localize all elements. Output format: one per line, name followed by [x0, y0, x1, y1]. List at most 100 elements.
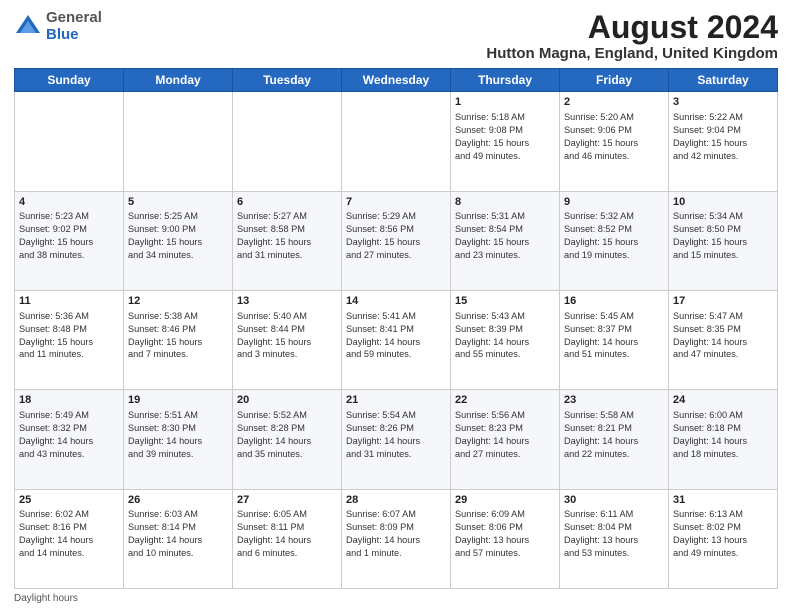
day-info: Sunrise: 5:43 AM Sunset: 8:39 PM Dayligh… — [455, 310, 555, 362]
calendar-cell: 23Sunrise: 5:58 AM Sunset: 8:21 PM Dayli… — [560, 390, 669, 489]
day-number: 10 — [673, 195, 773, 210]
calendar-cell: 2Sunrise: 5:20 AM Sunset: 9:06 PM Daylig… — [560, 92, 669, 191]
day-info: Sunrise: 5:56 AM Sunset: 8:23 PM Dayligh… — [455, 409, 555, 461]
day-info: Sunrise: 5:38 AM Sunset: 8:46 PM Dayligh… — [128, 310, 228, 362]
day-info: Sunrise: 5:36 AM Sunset: 8:48 PM Dayligh… — [19, 310, 119, 362]
day-number: 6 — [237, 195, 337, 210]
weekday-header-thursday: Thursday — [451, 69, 560, 92]
day-number: 7 — [346, 195, 446, 210]
day-info: Sunrise: 6:09 AM Sunset: 8:06 PM Dayligh… — [455, 508, 555, 560]
calendar-cell: 14Sunrise: 5:41 AM Sunset: 8:41 PM Dayli… — [342, 290, 451, 389]
day-number: 2 — [564, 95, 664, 110]
week-row-3: 11Sunrise: 5:36 AM Sunset: 8:48 PM Dayli… — [15, 290, 778, 389]
day-info: Sunrise: 5:40 AM Sunset: 8:44 PM Dayligh… — [237, 310, 337, 362]
month-title: August 2024 — [486, 10, 778, 45]
day-info: Sunrise: 5:27 AM Sunset: 8:58 PM Dayligh… — [237, 210, 337, 262]
day-info: Sunrise: 5:31 AM Sunset: 8:54 PM Dayligh… — [455, 210, 555, 262]
week-row-1: 1Sunrise: 5:18 AM Sunset: 9:08 PM Daylig… — [15, 92, 778, 191]
weekday-header-wednesday: Wednesday — [342, 69, 451, 92]
page: General Blue August 2024 Hutton Magna, E… — [0, 0, 792, 612]
day-number: 19 — [128, 393, 228, 408]
calendar-cell: 20Sunrise: 5:52 AM Sunset: 8:28 PM Dayli… — [233, 390, 342, 489]
weekday-header-saturday: Saturday — [669, 69, 778, 92]
day-info: Sunrise: 6:03 AM Sunset: 8:14 PM Dayligh… — [128, 508, 228, 560]
calendar-cell: 5Sunrise: 5:25 AM Sunset: 9:00 PM Daylig… — [124, 191, 233, 290]
day-info: Sunrise: 6:13 AM Sunset: 8:02 PM Dayligh… — [673, 508, 773, 560]
calendar-cell: 17Sunrise: 5:47 AM Sunset: 8:35 PM Dayli… — [669, 290, 778, 389]
calendar-cell: 25Sunrise: 6:02 AM Sunset: 8:16 PM Dayli… — [15, 489, 124, 588]
calendar-cell: 31Sunrise: 6:13 AM Sunset: 8:02 PM Dayli… — [669, 489, 778, 588]
calendar-cell: 10Sunrise: 5:34 AM Sunset: 8:50 PM Dayli… — [669, 191, 778, 290]
calendar-cell — [233, 92, 342, 191]
calendar-cell: 30Sunrise: 6:11 AM Sunset: 8:04 PM Dayli… — [560, 489, 669, 588]
day-number: 29 — [455, 493, 555, 508]
title-block: August 2024 Hutton Magna, England, Unite… — [486, 10, 778, 62]
week-row-2: 4Sunrise: 5:23 AM Sunset: 9:02 PM Daylig… — [15, 191, 778, 290]
day-number: 21 — [346, 393, 446, 408]
calendar-cell: 22Sunrise: 5:56 AM Sunset: 8:23 PM Dayli… — [451, 390, 560, 489]
day-number: 15 — [455, 294, 555, 309]
day-number: 12 — [128, 294, 228, 309]
logo-text: General Blue — [46, 10, 102, 43]
day-number: 16 — [564, 294, 664, 309]
calendar-cell: 21Sunrise: 5:54 AM Sunset: 8:26 PM Dayli… — [342, 390, 451, 489]
day-info: Sunrise: 6:00 AM Sunset: 8:18 PM Dayligh… — [673, 409, 773, 461]
calendar-cell: 19Sunrise: 5:51 AM Sunset: 8:30 PM Dayli… — [124, 390, 233, 489]
calendar-cell: 9Sunrise: 5:32 AM Sunset: 8:52 PM Daylig… — [560, 191, 669, 290]
day-number: 28 — [346, 493, 446, 508]
day-info: Sunrise: 5:49 AM Sunset: 8:32 PM Dayligh… — [19, 409, 119, 461]
day-number: 30 — [564, 493, 664, 508]
calendar-cell — [15, 92, 124, 191]
day-info: Sunrise: 5:20 AM Sunset: 9:06 PM Dayligh… — [564, 111, 664, 163]
day-number: 25 — [19, 493, 119, 508]
day-number: 1 — [455, 95, 555, 110]
day-number: 17 — [673, 294, 773, 309]
day-number: 20 — [237, 393, 337, 408]
calendar-cell: 27Sunrise: 6:05 AM Sunset: 8:11 PM Dayli… — [233, 489, 342, 588]
day-info: Sunrise: 5:41 AM Sunset: 8:41 PM Dayligh… — [346, 310, 446, 362]
day-number: 8 — [455, 195, 555, 210]
weekday-header-sunday: Sunday — [15, 69, 124, 92]
day-info: Sunrise: 6:05 AM Sunset: 8:11 PM Dayligh… — [237, 508, 337, 560]
header: General Blue August 2024 Hutton Magna, E… — [14, 10, 778, 62]
day-number: 26 — [128, 493, 228, 508]
calendar-cell: 16Sunrise: 5:45 AM Sunset: 8:37 PM Dayli… — [560, 290, 669, 389]
calendar-cell: 29Sunrise: 6:09 AM Sunset: 8:06 PM Dayli… — [451, 489, 560, 588]
day-info: Sunrise: 5:25 AM Sunset: 9:00 PM Dayligh… — [128, 210, 228, 262]
calendar-cell: 15Sunrise: 5:43 AM Sunset: 8:39 PM Dayli… — [451, 290, 560, 389]
logo-general: General — [46, 9, 102, 26]
calendar-cell: 13Sunrise: 5:40 AM Sunset: 8:44 PM Dayli… — [233, 290, 342, 389]
weekday-header-row: SundayMondayTuesdayWednesdayThursdayFrid… — [15, 69, 778, 92]
day-number: 22 — [455, 393, 555, 408]
day-info: Sunrise: 5:18 AM Sunset: 9:08 PM Dayligh… — [455, 111, 555, 163]
calendar-cell — [124, 92, 233, 191]
day-info: Sunrise: 6:11 AM Sunset: 8:04 PM Dayligh… — [564, 508, 664, 560]
day-number: 4 — [19, 195, 119, 210]
calendar-cell: 12Sunrise: 5:38 AM Sunset: 8:46 PM Dayli… — [124, 290, 233, 389]
day-info: Sunrise: 6:07 AM Sunset: 8:09 PM Dayligh… — [346, 508, 446, 560]
logo-blue: Blue — [46, 26, 79, 43]
calendar-cell: 4Sunrise: 5:23 AM Sunset: 9:02 PM Daylig… — [15, 191, 124, 290]
weekday-header-friday: Friday — [560, 69, 669, 92]
calendar-cell: 26Sunrise: 6:03 AM Sunset: 8:14 PM Dayli… — [124, 489, 233, 588]
location-title: Hutton Magna, England, United Kingdom — [486, 45, 778, 62]
day-info: Sunrise: 5:58 AM Sunset: 8:21 PM Dayligh… — [564, 409, 664, 461]
day-info: Sunrise: 6:02 AM Sunset: 8:16 PM Dayligh… — [19, 508, 119, 560]
daylight-hours-label: Daylight hours — [14, 593, 78, 604]
logo-icon — [14, 13, 42, 41]
day-info: Sunrise: 5:29 AM Sunset: 8:56 PM Dayligh… — [346, 210, 446, 262]
weekday-header-tuesday: Tuesday — [233, 69, 342, 92]
calendar-cell — [342, 92, 451, 191]
calendar-cell: 18Sunrise: 5:49 AM Sunset: 8:32 PM Dayli… — [15, 390, 124, 489]
calendar-table: SundayMondayTuesdayWednesdayThursdayFrid… — [14, 68, 778, 589]
day-number: 13 — [237, 294, 337, 309]
calendar-cell: 28Sunrise: 6:07 AM Sunset: 8:09 PM Dayli… — [342, 489, 451, 588]
day-number: 9 — [564, 195, 664, 210]
day-info: Sunrise: 5:45 AM Sunset: 8:37 PM Dayligh… — [564, 310, 664, 362]
day-number: 5 — [128, 195, 228, 210]
calendar-cell: 1Sunrise: 5:18 AM Sunset: 9:08 PM Daylig… — [451, 92, 560, 191]
weekday-header-monday: Monday — [124, 69, 233, 92]
day-number: 27 — [237, 493, 337, 508]
calendar-cell: 7Sunrise: 5:29 AM Sunset: 8:56 PM Daylig… — [342, 191, 451, 290]
calendar-cell: 8Sunrise: 5:31 AM Sunset: 8:54 PM Daylig… — [451, 191, 560, 290]
